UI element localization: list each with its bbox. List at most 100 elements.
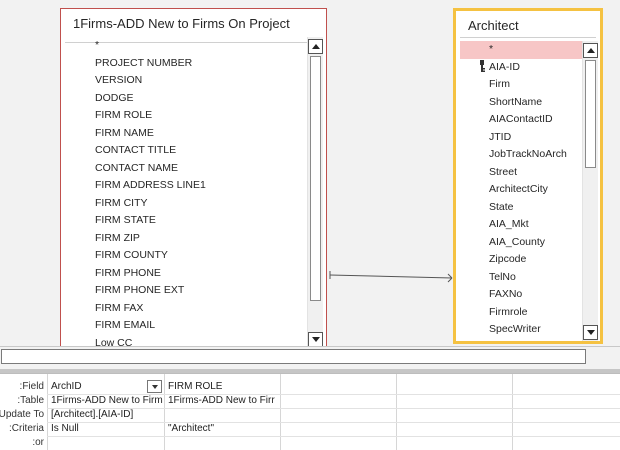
grid-cell[interactable] [281,422,396,436]
scroll-up-button[interactable] [308,39,323,54]
field-item[interactable]: FIRM PHONE EXT [95,282,307,300]
grid-cell[interactable]: "Architect" [165,422,280,436]
grid-cell[interactable] [513,380,620,394]
grid-cell[interactable]: 1Firms-ADD New to Firm [48,394,164,408]
grid-cell[interactable] [513,436,620,450]
field-label: Firmrole [489,305,528,318]
field-label: JTID [489,130,512,143]
grid-row-update-to: Update To: [Architect].[AIA-ID] [0,408,620,422]
grid-cell[interactable] [397,436,512,450]
field-item[interactable]: * [95,37,307,55]
field-item[interactable]: FAXNo [460,286,582,304]
vertical-scrollbar[interactable] [582,41,598,341]
field-label: AIA_Mkt [489,218,529,230]
field-item[interactable]: AIA_County [460,234,582,252]
field-item[interactable]: FIRM PHONE [95,265,307,283]
grid-cell[interactable] [281,436,396,450]
table-box-firms-add-new[interactable]: 1Firms-ADD New to Firms On Project * PROJ… [60,8,327,346]
grid-cell[interactable]: Is Null [48,422,164,436]
horizontal-scrollbar[interactable] [1,349,586,364]
grid-cell[interactable] [397,380,512,394]
table-box-architect[interactable]: Architect * AIA-ID Firm ShortName AIAContact… [453,8,603,344]
scroll-up-button[interactable] [583,43,598,58]
field-item[interactable]: VERSION [95,72,307,90]
title-divider [460,37,596,38]
scroll-down-button[interactable] [583,325,598,340]
grid-cell[interactable] [513,422,620,436]
grid-row-label: or: [32,437,44,448]
grid-cell[interactable] [165,436,280,450]
field-item[interactable]: ShortName [460,94,582,112]
grid-cell[interactable] [513,394,620,408]
field-dropdown-button[interactable] [147,380,162,393]
field-item[interactable]: JobTrackNoArch [460,146,582,164]
table-title[interactable]: 1Firms-ADD New to Firms On Project [61,9,326,39]
design-pane-hscroll-area [0,346,620,370]
field-list[interactable]: * PROJECT NUMBER VERSION DODGE FIRM ROLE FIRM… [95,37,307,346]
scroll-thumb[interactable] [585,60,596,168]
field-item[interactable]: FIRM STATE [95,212,307,230]
grid-row-label: Criteria: [8,423,44,434]
grid-cell[interactable] [48,436,164,450]
query-design-pane[interactable]: 1Firms-ADD New to Firms On Project * PROJ… [0,0,620,346]
field-item[interactable]: State [460,199,582,217]
chevron-down-icon [151,384,158,389]
grid-cell[interactable]: FIRM ROLE [165,380,280,394]
field-item[interactable]: FIRM ZIP [95,230,307,248]
field-item[interactable]: FIRM FAX [95,300,307,318]
grid-cell[interactable] [397,394,512,408]
field-item[interactable]: JTID [460,129,582,147]
field-item[interactable]: SpecWriter [460,321,582,339]
field-label: ShortName [489,95,543,108]
field-item[interactable]: CONTACT TITLE [95,142,307,160]
vertical-scrollbar[interactable] [307,37,323,346]
grid-cell[interactable] [281,380,396,394]
field-item[interactable]: DODGE [95,90,307,108]
field-item[interactable]: FIRM CITY [95,195,307,213]
field-item[interactable]: PROJECT NUMBER [95,55,307,73]
field-item[interactable]: AIA-ID [460,59,582,77]
field-item[interactable]: Firm [460,76,582,94]
chevron-down-icon [586,330,595,335]
field-item[interactable]: Street [460,164,582,182]
field-label: ArchitectCity [489,183,548,195]
grid-cell[interactable] [281,408,396,422]
grid-cell[interactable] [397,408,512,422]
field-item[interactable]: FIRM ADDRESS LINE1 [95,177,307,195]
grid-cell[interactable] [165,408,280,422]
field-list[interactable]: * AIA-ID Firm ShortName AIAContactID JTID JobT… [460,41,582,341]
grid-row-table: Table: 1Firms-ADD New to Firm 1Firms-ADD N… [0,394,620,408]
field-label: AIA-ID [489,60,520,73]
field-label: Firm [489,78,510,90]
field-label: * [489,43,494,55]
grid-cell[interactable]: 1Firms-ADD New to Firr [165,394,280,408]
query-grid[interactable]: Field: ArchID FIRM ROLE Table: 1Firms-ADD Ne… [0,373,620,450]
grid-cell[interactable] [281,394,396,408]
grid-cell[interactable] [397,422,512,436]
field-item[interactable]: Firmrole [460,304,582,322]
scroll-thumb[interactable] [310,56,321,301]
grid-cell[interactable]: [Architect].[AIA-ID] [48,408,164,422]
field-label: Street [489,165,518,178]
field-item[interactable]: AIAContactID [460,111,582,129]
field-item[interactable]: TelNo [460,269,582,287]
grid-cell[interactable] [513,408,620,422]
grid-row-criteria: Criteria: Is Null "Architect" [0,422,620,436]
field-item[interactable]: FIRM NAME [95,125,307,143]
field-item[interactable]: Low CC [95,335,307,347]
field-item[interactable]: FIRM ROLE [95,107,307,125]
field-item[interactable]: Zipcode [460,251,582,269]
field-item[interactable]: ArchitectCity [460,181,582,199]
field-item[interactable]: * [460,41,582,59]
grid-cell[interactable]: ArchID [48,380,147,394]
field-item[interactable]: FIRM EMAIL [95,317,307,335]
field-item[interactable]: CONTACT NAME [95,160,307,178]
field-label: FAXNo [489,288,523,300]
field-label: JobTrackNoArch [489,148,567,160]
field-item[interactable]: AIA_Mkt [460,216,582,234]
scroll-down-button[interactable] [308,332,323,346]
grid-row-or: or: [0,436,620,450]
grid-row-label: Table: [17,395,44,406]
field-item[interactable]: FIRM COUNTY [95,247,307,265]
chevron-up-icon [586,48,595,53]
